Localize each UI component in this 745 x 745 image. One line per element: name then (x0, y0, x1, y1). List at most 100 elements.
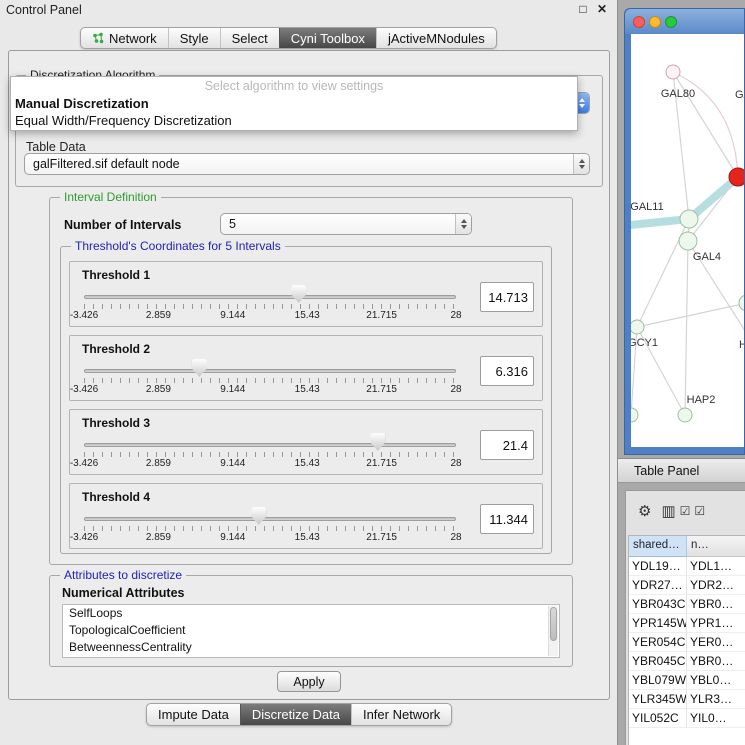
algorithm-option-manual[interactable]: Manual Discretization (11, 95, 577, 112)
group-title: Attributes to discretize (60, 568, 186, 583)
scrollbar-thumb[interactable] (550, 607, 557, 641)
cell[interactable]: YDL19… (629, 557, 687, 575)
cell[interactable]: YER054C (629, 633, 687, 651)
algorithm-option-equal-width[interactable]: Equal Width/Frequency Discretization (11, 112, 577, 129)
tab-discretize-data[interactable]: Discretize Data (240, 704, 351, 725)
window-title: Control Panel (6, 3, 82, 17)
table-row[interactable]: YBR043CYBR0… (629, 595, 745, 614)
numerical-attributes-label: Numerical Attributes (62, 586, 184, 600)
table-header-row: shared… n… (629, 536, 745, 557)
scale-label: 28 (450, 384, 461, 395)
list-item[interactable]: TopologicalCoefficient (63, 622, 559, 639)
slider-ticks (84, 378, 456, 383)
cell[interactable]: YBL0… (687, 671, 745, 689)
tab-cyni-toolbox[interactable]: Cyni Toolbox (279, 28, 376, 48)
threshold-3-slider-thumb[interactable] (370, 433, 385, 451)
table-row[interactable]: YDR27…YDR2… (629, 576, 745, 595)
scale-label: 9.144 (220, 384, 245, 395)
network-canvas[interactable]: GAL80 GA GAL11 GAL4 GCY1 H HAP2 (631, 34, 744, 447)
close-icon[interactable]: ✕ (597, 2, 607, 16)
cell[interactable]: YLR3… (687, 690, 745, 708)
cell[interactable]: YPR1… (687, 614, 745, 632)
slider-ticks (84, 452, 456, 457)
apply-button[interactable]: Apply (277, 671, 341, 692)
number-of-intervals-combobox[interactable]: 5 (220, 213, 472, 235)
network-node[interactable] (679, 232, 697, 250)
tab-select[interactable]: Select (220, 28, 279, 48)
table-row[interactable]: YLR345WYLR3… (629, 690, 745, 709)
network-node[interactable] (631, 320, 644, 334)
select-none-checkbox-icon[interactable]: ☑ (694, 504, 705, 518)
threshold-4-slider-thumb[interactable] (251, 507, 266, 525)
bottom-tabstrip: Impute Data Discretize Data Infer Networ… (146, 703, 452, 726)
cell[interactable]: YDR2… (687, 576, 745, 594)
gear-icon[interactable]: ⚙ (638, 502, 651, 520)
network-node[interactable] (666, 65, 680, 79)
tab-jactivemnodules[interactable]: jActiveMNodules (376, 28, 496, 48)
close-traffic-light-icon[interactable] (633, 16, 645, 28)
network-window-titlebar[interactable] (625, 9, 744, 34)
cell[interactable]: YBL079W (629, 671, 687, 689)
table-data-combobox[interactable]: galFiltered.sif default node (24, 153, 590, 175)
network-node-selected[interactable] (729, 168, 744, 186)
cell[interactable]: YER0… (687, 633, 745, 651)
column-header-shared-name[interactable]: shared… (629, 536, 687, 557)
network-node[interactable] (680, 210, 698, 228)
threshold-4-value-field[interactable] (480, 504, 534, 534)
cell[interactable]: YBR045C (629, 652, 687, 670)
threshold-3-value-field[interactable] (480, 430, 534, 460)
table-panel-header[interactable]: Table Panel (618, 458, 745, 483)
table-row[interactable]: YIL052CYIL0… (629, 709, 745, 728)
float-icon[interactable]: □ (579, 2, 586, 16)
table-row[interactable]: YBR045CYBR0… (629, 652, 745, 671)
tab-infer-network[interactable]: Infer Network (351, 704, 451, 725)
network-node[interactable] (739, 295, 744, 311)
select-all-checkbox-icon[interactable]: ☑ (680, 504, 691, 518)
threshold-2-slider-thumb[interactable] (192, 359, 207, 377)
cell[interactable]: YBR0… (687, 652, 745, 670)
network-node[interactable] (631, 408, 638, 422)
cell[interactable]: YDR27… (629, 576, 687, 594)
threshold-1-slider-thumb[interactable] (291, 285, 306, 303)
table-row[interactable]: YDL19…YDL1… (629, 557, 745, 576)
node-label: GAL4 (693, 251, 721, 263)
algorithm-placeholder: Select algorithm to view settings (11, 77, 577, 95)
algorithm-dropdown-popup: Select algorithm to view settings Manual… (10, 76, 578, 131)
tab-impute-data[interactable]: Impute Data (147, 704, 240, 725)
cell[interactable]: YIL052C (629, 709, 687, 727)
tab-network[interactable]: Network (81, 28, 168, 48)
column-header-name[interactable]: n… (687, 536, 745, 557)
table-row[interactable]: YER054CYER0… (629, 633, 745, 652)
cell[interactable]: YIL0… (687, 709, 745, 727)
slider-scale: -3.426 2.859 9.144 15.43 21.715 28 (84, 384, 456, 396)
cell[interactable]: YPR145W (629, 614, 687, 632)
control-panel-window: Control Panel □ ✕ Network Style (0, 0, 618, 745)
group-title: Interval Definition (60, 190, 161, 205)
cell[interactable]: YBR043C (629, 595, 687, 613)
cell[interactable]: YBR0… (687, 595, 745, 613)
top-tabstrip: Network Style Select Cyni Toolbox jActiv… (80, 27, 497, 49)
table-row[interactable]: YBL079WYBL0… (629, 671, 745, 690)
scale-label: -3.426 (70, 310, 98, 321)
tab-style[interactable]: Style (168, 28, 220, 48)
columns-icon[interactable]: ▥ (661, 502, 675, 520)
table-row[interactable]: YPR145WYPR1… (629, 614, 745, 633)
cell[interactable]: YDL1… (687, 557, 745, 575)
threshold-2-value-field[interactable] (480, 356, 534, 386)
threshold-3-panel: Threshold 3 -3.426 2.859 9.144 15.43 21.… (69, 409, 543, 475)
list-item[interactable]: BetweennessCentrality (63, 639, 559, 656)
scale-label: 2.859 (146, 384, 171, 395)
list-scrollbar[interactable] (548, 606, 558, 656)
scale-label: 21.715 (366, 532, 397, 543)
scale-label: 2.859 (146, 532, 171, 543)
combobox-stepper-icon[interactable] (455, 214, 471, 234)
network-graph: GAL80 GA GAL11 GAL4 GCY1 H HAP2 (631, 34, 744, 447)
list-item[interactable]: SelfLoops (63, 605, 559, 622)
cell[interactable]: YLR345W (629, 690, 687, 708)
threshold-1-value-field[interactable] (480, 282, 534, 312)
numerical-attributes-list[interactable]: SelfLoops TopologicalCoefficient Between… (62, 604, 560, 658)
minimize-traffic-light-icon[interactable] (649, 16, 661, 28)
network-node[interactable] (678, 408, 692, 422)
combobox-stepper-icon[interactable] (573, 154, 589, 174)
zoom-traffic-light-icon[interactable] (665, 16, 677, 28)
